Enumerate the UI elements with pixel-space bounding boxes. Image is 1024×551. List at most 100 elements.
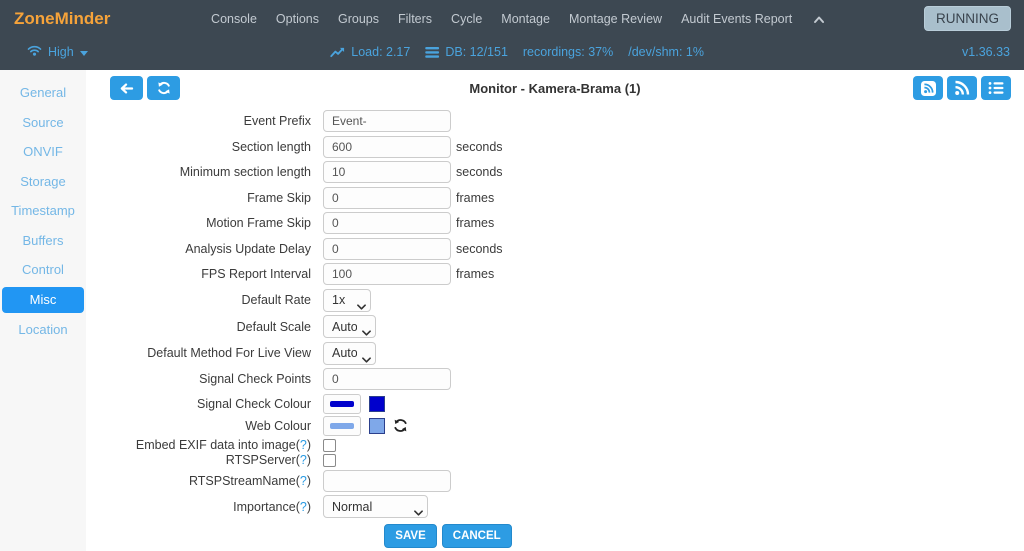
bandwidth-label: High <box>48 45 74 59</box>
event-stream-button[interactable] <box>947 76 977 100</box>
rtsp-server-checkbox[interactable] <box>323 454 336 467</box>
form-row-min-section-length: Minimum section length seconds <box>86 161 810 183</box>
event-prefix-input[interactable] <box>323 110 451 132</box>
db-stat[interactable]: DB: 12/151 <box>425 45 508 59</box>
stats-center: Load: 2.17 DB: 12/151 recordings: 37% /d… <box>330 45 704 59</box>
cancel-button[interactable]: CANCEL <box>442 524 512 548</box>
rtsp-stream-name-input[interactable] <box>323 470 451 492</box>
form-row-frame-skip: Frame Skip frames <box>86 187 810 209</box>
frame-skip-input[interactable] <box>323 187 451 209</box>
form-row-section-length: Section length seconds <box>86 136 810 158</box>
unit-label: frames <box>456 267 494 281</box>
form-row-default-rate: Default Rate 1x <box>86 289 810 312</box>
unit-label: frames <box>456 191 494 205</box>
field-label: Frame Skip <box>86 187 323 209</box>
load-stat[interactable]: Load: 2.17 <box>330 45 410 59</box>
page-title: Monitor - Kamera-Brama (1) <box>86 81 1024 96</box>
field-label: Embed EXIF data into image (?) <box>86 438 323 453</box>
nav-item-montage[interactable]: Montage <box>501 12 550 26</box>
field-label: Default Scale <box>86 315 323 338</box>
sidebar-item-storage[interactable]: Storage <box>0 167 86 197</box>
list-icon <box>988 81 1004 95</box>
form-row-fps-report-interval: FPS Report Interval frames <box>86 263 810 285</box>
unit-label: frames <box>456 216 494 230</box>
events-list-button[interactable] <box>981 76 1011 100</box>
bandwidth-dropdown[interactable]: High <box>27 44 88 59</box>
sidebar-item-source[interactable]: Source <box>0 108 86 138</box>
default-scale-select[interactable]: Auto <box>323 315 376 338</box>
form-row-rtsp-server: RTSPServer (?) <box>86 453 810 468</box>
chart-line-icon <box>330 47 345 58</box>
form-row-embed-exif: Embed EXIF data into image (?) <box>86 438 810 453</box>
signal-check-colour-input[interactable] <box>323 394 361 414</box>
help-link[interactable]: ? <box>300 474 307 488</box>
db-list-icon <box>425 47 439 58</box>
sidebar-item-onvif[interactable]: ONVIF <box>0 137 86 167</box>
sidebar-item-misc[interactable]: Misc <box>2 287 84 313</box>
random-colour-refresh-icon[interactable] <box>393 418 408 433</box>
main-nav: Console Options Groups Filters Cycle Mon… <box>211 0 825 38</box>
web-colour-swatch <box>369 418 385 434</box>
nav-row: ZoneMinder Console Options Groups Filter… <box>0 0 1024 38</box>
unit-label: seconds <box>456 140 503 154</box>
analysis-update-delay-input[interactable] <box>323 238 451 260</box>
signal-check-points-input[interactable] <box>323 368 451 390</box>
field-label: Importance (?) <box>86 495 323 518</box>
bandwidth-caret-icon <box>80 45 88 59</box>
sidebar-item-location[interactable]: Location <box>0 315 86 345</box>
sidebar-item-control[interactable]: Control <box>0 255 86 285</box>
section-length-input[interactable] <box>323 136 451 158</box>
unit-label: seconds <box>456 165 503 179</box>
form-row-web-colour: Web Colour <box>86 416 810 436</box>
field-label: RTSPServer (?) <box>86 453 323 468</box>
recordings-stat[interactable]: recordings: 37% <box>523 45 613 59</box>
bandwidth-icon <box>27 44 42 59</box>
version-label[interactable]: v1.36.33 <box>962 45 1010 59</box>
app-logo[interactable]: ZoneMinder <box>14 9 110 29</box>
form-row-signal-check-points: Signal Check Points <box>86 368 810 390</box>
form-row-rtsp-stream-name: RTSPStreamName (?) <box>86 470 810 492</box>
save-button[interactable]: SAVE <box>384 524 436 548</box>
header: ZoneMinder Console Options Groups Filter… <box>0 0 1024 70</box>
sidebar-item-general[interactable]: General <box>0 78 86 108</box>
sidebar-item-timestamp[interactable]: Timestamp <box>0 196 86 226</box>
rss-square-icon <box>920 80 937 97</box>
colour-bar <box>330 423 354 429</box>
nav-item-filters[interactable]: Filters <box>398 12 432 26</box>
default-method-select[interactable]: Auto <box>323 342 376 365</box>
collapse-header-chevron-icon[interactable] <box>813 15 825 24</box>
min-section-length-input[interactable] <box>323 161 451 183</box>
motion-frame-skip-input[interactable] <box>323 212 451 234</box>
nav-item-montage-review[interactable]: Montage Review <box>569 12 662 26</box>
unit-label: seconds <box>456 242 503 256</box>
nav-item-cycle[interactable]: Cycle <box>451 12 482 26</box>
watch-stream-button[interactable] <box>913 76 943 100</box>
field-label: Signal Check Colour <box>86 394 323 414</box>
fps-report-interval-input[interactable] <box>323 263 451 285</box>
form-row-signal-check-colour: Signal Check Colour <box>86 394 810 414</box>
sidebar-item-buffers[interactable]: Buffers <box>0 226 86 256</box>
importance-select[interactable]: Normal <box>323 495 428 518</box>
monitor-misc-form: Event Prefix Section length seconds Mini… <box>86 110 810 548</box>
form-row-default-method: Default Method For Live View Auto <box>86 342 810 365</box>
help-link[interactable]: ? <box>300 438 307 452</box>
field-label: Default Rate <box>86 289 323 312</box>
nav-item-console[interactable]: Console <box>211 12 257 26</box>
web-colour-input[interactable] <box>323 416 361 436</box>
embed-exif-checkbox[interactable] <box>323 439 336 452</box>
nav-item-groups[interactable]: Groups <box>338 12 379 26</box>
help-link[interactable]: ? <box>300 500 307 514</box>
colour-bar <box>330 401 354 407</box>
shm-stat[interactable]: /dev/shm: 1% <box>628 45 704 59</box>
field-label: Motion Frame Skip <box>86 212 323 234</box>
form-row-event-prefix: Event Prefix <box>86 110 810 132</box>
nav-item-options[interactable]: Options <box>276 12 319 26</box>
nav-item-audit-events-report[interactable]: Audit Events Report <box>681 12 792 26</box>
default-rate-select[interactable]: 1x <box>323 289 371 312</box>
run-state-button[interactable]: RUNNING <box>924 6 1011 31</box>
field-label: RTSPStreamName (?) <box>86 470 323 492</box>
content: Monitor - Kamera-Brama (1) Event Prefix <box>86 70 1024 551</box>
toolbar: Monitor - Kamera-Brama (1) <box>86 76 1024 102</box>
help-link[interactable]: ? <box>300 453 307 467</box>
field-label: Minimum section length <box>86 161 323 183</box>
